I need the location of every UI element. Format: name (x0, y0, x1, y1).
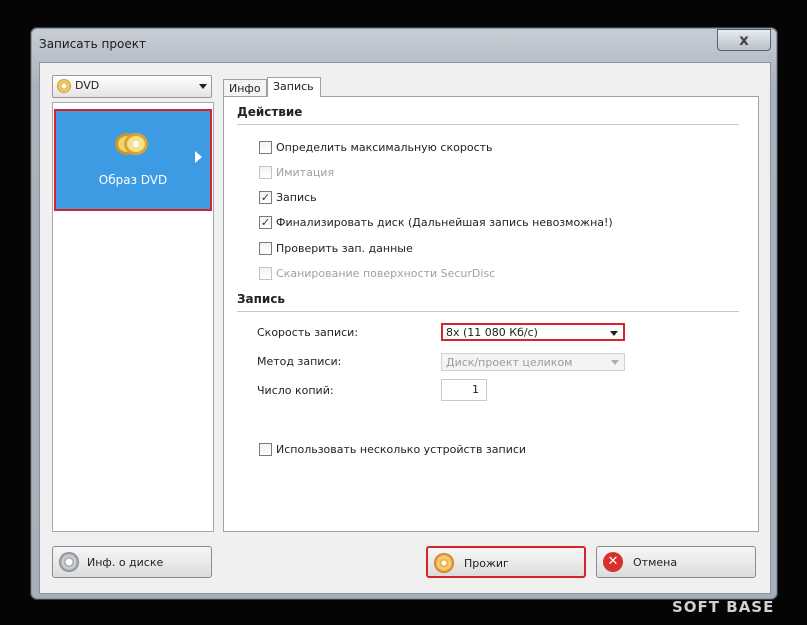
cancel-label: Отмена (633, 556, 678, 569)
option-label: Финализировать диск (Дальнейшая запись н… (276, 215, 613, 229)
dvd-image-icon (115, 133, 148, 155)
format-item-dvd-image[interactable]: Образ DVD (54, 109, 212, 211)
format-item-label: Образ DVD (98, 173, 168, 187)
checkbox (259, 165, 272, 179)
copies-label: Число копий: (257, 384, 334, 397)
option-label: Проверить зап. данные (276, 241, 413, 255)
action-section-title: Действие (237, 105, 303, 119)
dialog-body: DVD Образ DVD Инфо Запись Действие Опред… (39, 62, 771, 594)
write-method-value: Диск/проект целиком (446, 356, 573, 369)
checkbox[interactable] (259, 140, 272, 154)
disc-info-icon (59, 552, 79, 572)
write-method-select: Диск/проект целиком (441, 353, 625, 371)
option-simulation: Имитация (259, 164, 334, 180)
method-label: Метод записи: (257, 355, 342, 368)
checkbox-checked[interactable]: ✓ (259, 215, 272, 229)
option-label: Определить максимальную скорость (276, 140, 493, 154)
write-speed-value: 8x (11 080 Кб/с) (446, 326, 538, 339)
checkbox[interactable] (259, 241, 272, 255)
option-label: Сканирование поверхности SecurDisc (276, 266, 496, 280)
chevron-right-icon (195, 151, 202, 163)
option-multi-device[interactable]: Использовать несколько устройств записи (259, 441, 526, 457)
action-section-divider (237, 124, 739, 125)
option-label: Запись (276, 190, 317, 204)
burn-label: Прожиг (464, 557, 509, 570)
record-section-divider (237, 311, 739, 312)
write-speed-select[interactable]: 8x (11 080 Кб/с) (441, 323, 625, 341)
format-list: Образ DVD (52, 102, 214, 532)
close-button[interactable]: x (717, 29, 771, 51)
option-securdisc-scan: Сканирование поверхности SecurDisc (259, 265, 495, 281)
device-select-value: DVD (75, 79, 100, 92)
option-write[interactable]: ✓ Запись (259, 189, 317, 205)
option-verify-data[interactable]: Проверить зап. данные (259, 240, 413, 256)
option-label: Использовать несколько устройств записи (276, 442, 527, 456)
checkbox[interactable] (259, 442, 272, 456)
burn-icon (434, 553, 454, 573)
close-icon: x (739, 31, 749, 49)
checkbox-checked[interactable]: ✓ (259, 190, 272, 204)
watermark-logo: SOFT BASE (672, 598, 775, 616)
device-select[interactable]: DVD (52, 75, 212, 98)
burn-project-dialog: Записать проект x DVD Образ DVD Инфо Зап… (30, 27, 778, 600)
cancel-button[interactable]: ✕ Отмена (596, 546, 756, 578)
record-tab-panel: Действие Определить максимальную скорост… (223, 96, 759, 532)
dvd-disc-icon (57, 79, 71, 93)
title-bar: Записать проект x (31, 28, 777, 62)
burn-button[interactable]: Прожиг (426, 546, 586, 578)
option-detect-max-speed[interactable]: Определить максимальную скорость (259, 139, 493, 155)
disc-info-button[interactable]: Инф. о диске (52, 546, 212, 578)
disc-info-label: Инф. о диске (87, 556, 164, 569)
option-finalize-disc[interactable]: ✓ Финализировать диск (Дальнейшая запись… (259, 214, 613, 230)
record-section-title: Запись (237, 292, 286, 306)
copies-input[interactable]: 1 (441, 379, 487, 401)
speed-label: Скорость записи: (257, 326, 359, 339)
tab-info[interactable]: Инфо (223, 79, 267, 96)
chevron-down-icon (610, 331, 618, 336)
window-title: Записать проект (39, 37, 146, 51)
chevron-down-icon (199, 84, 207, 89)
tab-record[interactable]: Запись (267, 77, 321, 97)
chevron-down-icon (611, 360, 619, 365)
checkbox (259, 266, 272, 280)
option-label: Имитация (276, 165, 335, 179)
cancel-icon: ✕ (603, 552, 623, 572)
